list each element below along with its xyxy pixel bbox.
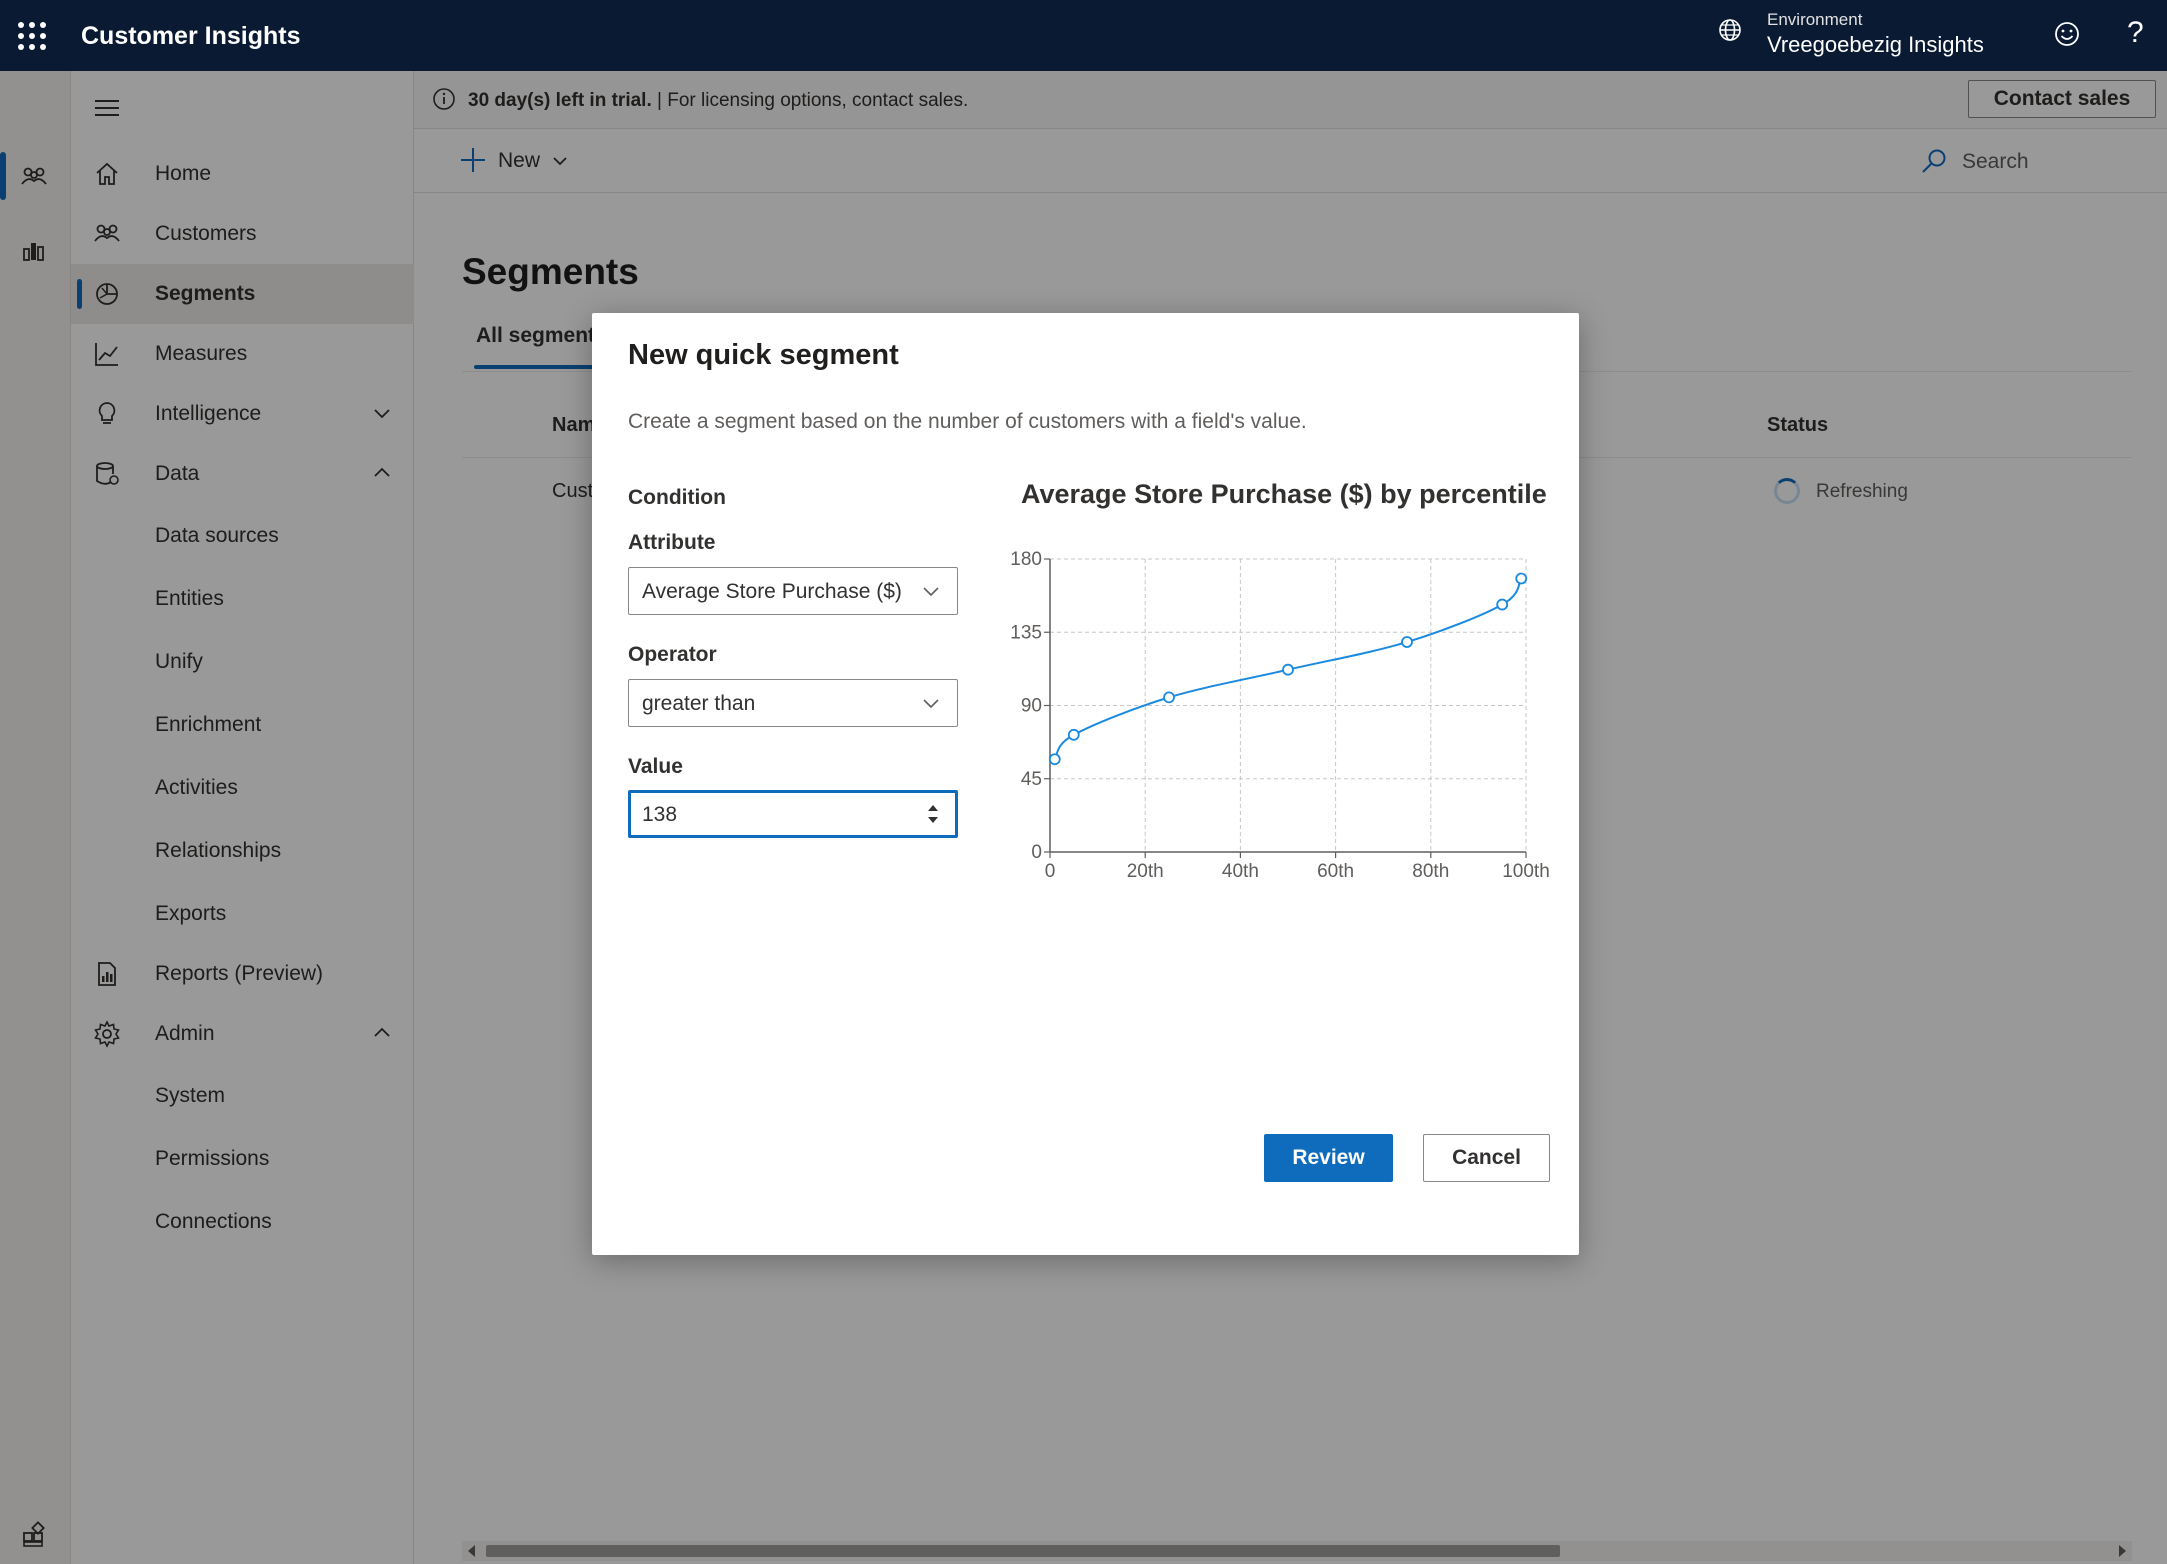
operator-selected-value: greater than: [642, 692, 756, 715]
app-launcher-icon[interactable]: [18, 22, 46, 50]
x-tick-label: 80th: [1412, 861, 1449, 882]
environment-name[interactable]: Vreegoebezig Insights: [1767, 32, 1984, 58]
value-input-text: 138: [642, 803, 678, 826]
y-tick-label: 135: [1010, 622, 1042, 643]
data-point: [1048, 753, 1061, 766]
new-quick-segment-dialog: New quick segment Create a segment based…: [592, 313, 1579, 1255]
x-tick-label: 20th: [1127, 861, 1164, 882]
chevron-down-icon: [923, 587, 939, 597]
chevron-down-icon: [923, 699, 939, 709]
stepper-arrows-icon[interactable]: [924, 799, 942, 829]
app-title[interactable]: Customer Insights: [81, 22, 300, 51]
x-tick-label: 60th: [1317, 861, 1354, 882]
help-icon[interactable]: ?: [2127, 16, 2144, 50]
data-point: [1401, 636, 1413, 648]
data-point: [1067, 728, 1080, 741]
cancel-button[interactable]: Cancel: [1423, 1134, 1550, 1182]
y-tick-label: 180: [1010, 549, 1042, 570]
operator-label: Operator: [628, 643, 717, 666]
feedback-smile-icon[interactable]: [2053, 20, 2081, 48]
y-tick-label: 0: [1031, 842, 1042, 863]
review-button[interactable]: Review: [1264, 1134, 1393, 1182]
attribute-dropdown[interactable]: Average Store Purchase ($): [628, 567, 958, 615]
data-point: [1496, 598, 1509, 611]
data-point: [1163, 691, 1175, 704]
x-tick-label: 40th: [1222, 861, 1259, 882]
value-spin-input[interactable]: 138: [628, 790, 958, 838]
environment-label: Environment: [1767, 10, 1863, 29]
chart-title: Average Store Purchase ($) by percentile: [1021, 479, 1547, 509]
top-bar: Customer Insights Environment Vreegoebez…: [0, 0, 2167, 71]
attribute-label: Attribute: [628, 531, 716, 554]
dialog-description: Create a segment based on the number of …: [628, 410, 1307, 433]
operator-dropdown[interactable]: greater than: [628, 679, 958, 727]
data-point: [1515, 572, 1528, 585]
percentile-line-chart: 0 45 90 135 180 0 20th 40th 60th 80th 100th: [1010, 549, 1549, 882]
y-tick-label: 90: [1021, 696, 1042, 717]
globe-icon[interactable]: [1717, 17, 1743, 43]
y-tick-label: 45: [1021, 769, 1042, 790]
attribute-selected-value: Average Store Purchase ($): [642, 580, 902, 603]
x-tick-label: 0: [1045, 861, 1056, 882]
condition-label: Condition: [628, 486, 726, 509]
x-tick-label: 100th: [1502, 861, 1550, 882]
data-point: [1282, 663, 1294, 676]
dialog-title: New quick segment: [628, 339, 899, 371]
value-label: Value: [628, 755, 683, 778]
